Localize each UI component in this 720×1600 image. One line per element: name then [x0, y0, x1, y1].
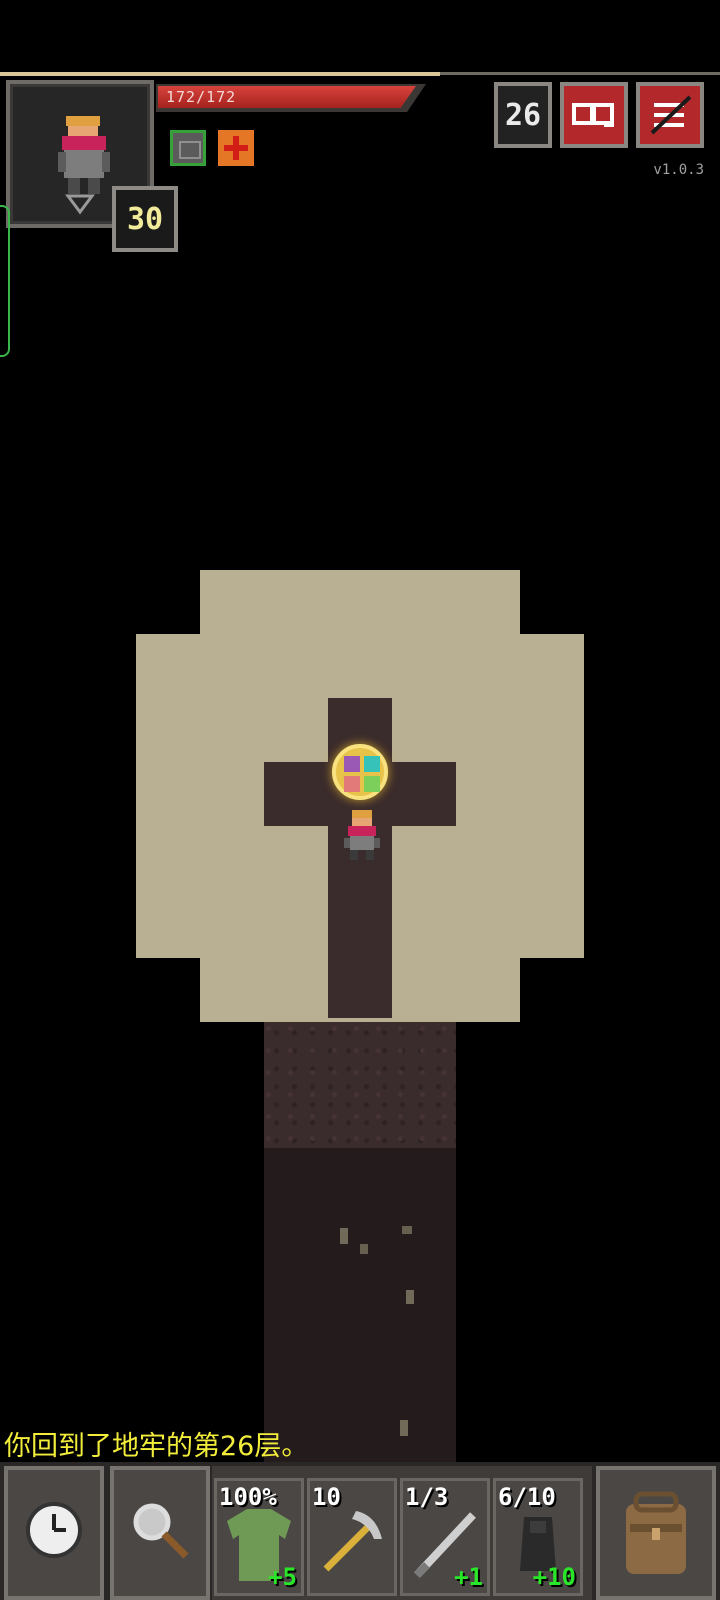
corridor-floor [264, 1022, 456, 1148]
quickslot-sword-charges: 1/3 [405, 1483, 449, 1511]
rubble-floor-dim [330, 1220, 450, 1480]
clock-icon [26, 1502, 82, 1558]
quickslot-sword[interactable]: 1/3 +1 [400, 1478, 490, 1596]
quickslot-cloak-charges: 6/10 [498, 1483, 556, 1511]
magnifier-icon [133, 1503, 189, 1559]
amulet-item-icon[interactable] [332, 744, 388, 800]
game-log-message: 你回到了地牢的第26层。 [4, 1431, 309, 1462]
rubble-floor [200, 570, 520, 634]
hero-icon [344, 810, 380, 860]
quickslot-cloak-upgrade: +10 [532, 1563, 576, 1591]
quickslot-pickaxe[interactable]: 10 [307, 1478, 397, 1596]
quickslot-armor-durability: 100% [219, 1483, 277, 1511]
search-button[interactable] [110, 1466, 210, 1600]
quickslot-pickaxe-count: 10 [312, 1483, 341, 1511]
backpack-button[interactable] [596, 1466, 716, 1600]
dungeon-map[interactable] [0, 0, 720, 1480]
quickslot-armor[interactable]: 100% +5 [214, 1478, 304, 1596]
hero-sprite[interactable] [340, 806, 384, 864]
quickslot-cloak[interactable]: 6/10 +10 [493, 1478, 583, 1596]
quickslot-armor-upgrade: +5 [268, 1563, 297, 1591]
quickslot-sword-upgrade: +1 [454, 1563, 483, 1591]
wait-button[interactable] [4, 1466, 104, 1600]
backpack-icon [626, 1491, 686, 1574]
